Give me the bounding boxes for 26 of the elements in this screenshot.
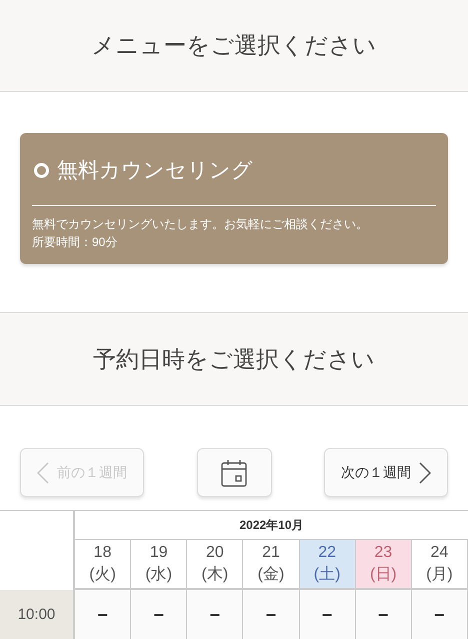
time-slot[interactable]: − (412, 590, 468, 639)
time-slot[interactable]: − (300, 590, 356, 639)
menu-title: 無料カウンセリング (57, 158, 253, 184)
day-header: 18 (火) (75, 540, 132, 590)
day-header: 22 (土) (300, 540, 356, 590)
calendar-button[interactable] (196, 448, 272, 497)
day-header: 21 (金) (243, 540, 300, 590)
time-slot[interactable]: − (243, 590, 300, 639)
section-title: メニューをご選択ください (92, 31, 376, 60)
time-slot[interactable]: − (75, 590, 132, 639)
radio-icon (34, 163, 49, 178)
day-header: 20 (木) (187, 540, 244, 590)
time-slot[interactable]: − (356, 590, 412, 639)
menu-duration: 所要時間：90分 (32, 234, 118, 250)
day-header: 19 (水) (131, 540, 188, 590)
day-header: 24 (月) (412, 540, 468, 590)
menu-description: 無料でカウンセリングいたします。お気軽にご相談ください。 (32, 216, 369, 232)
calendar-icon (221, 458, 247, 486)
time-slot[interactable]: − (187, 590, 244, 639)
next-week-button[interactable]: 次の１週間 (324, 448, 448, 497)
chevron-right-icon (419, 462, 431, 484)
time-slot[interactable]: − (131, 590, 188, 639)
section-title: 予約日時をご選択ください (93, 344, 375, 374)
time-label: 10:00 (0, 590, 75, 639)
chevron-left-icon (37, 462, 49, 484)
day-header: 23 (日) (356, 540, 412, 590)
